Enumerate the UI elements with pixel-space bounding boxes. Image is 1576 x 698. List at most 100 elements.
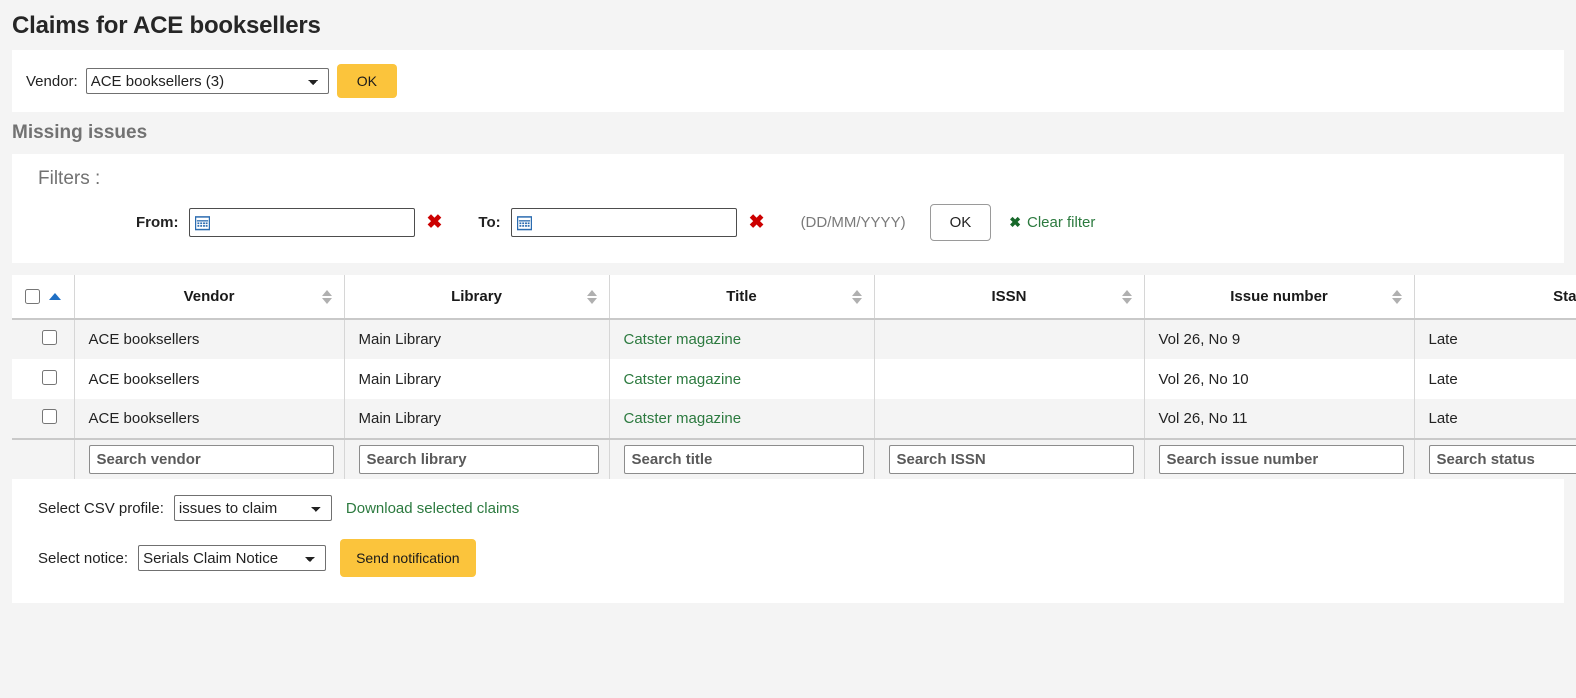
cell-vendor: ACE booksellers: [74, 399, 344, 439]
title-link[interactable]: Catster magazine: [624, 331, 742, 348]
column-header-issue-number[interactable]: Issue number: [1144, 275, 1414, 319]
column-search-row: [12, 439, 1576, 479]
search-cell-issue-number: [1144, 439, 1414, 479]
search-issn-input[interactable]: [889, 445, 1134, 474]
column-header-label: Vendor: [184, 288, 235, 305]
column-header-label: Status: [1553, 288, 1576, 305]
cell-issn: [874, 319, 1144, 359]
search-library-input[interactable]: [359, 445, 599, 474]
column-header-label: Title: [726, 288, 757, 305]
clear-from-date-icon[interactable]: ✖: [427, 213, 443, 232]
filters-panel: Filters : From: ✖ To:: [12, 154, 1564, 263]
cell-status: Late: [1414, 359, 1576, 399]
page-title: Claims for ACE booksellers: [0, 0, 1576, 50]
row-checkbox[interactable]: [42, 370, 57, 385]
vendor-ok-button[interactable]: OK: [337, 64, 397, 98]
row-checkbox[interactable]: [42, 409, 57, 424]
cell-issn: [874, 359, 1144, 399]
from-date-input[interactable]: [189, 208, 415, 237]
search-title-input[interactable]: [624, 445, 864, 474]
search-cell-title: [609, 439, 874, 479]
cell-status: Late: [1414, 399, 1576, 439]
cell-vendor: ACE booksellers: [74, 359, 344, 399]
cell-library: Main Library: [344, 399, 609, 439]
table-row: ACE booksellers Main Library Catster mag…: [12, 359, 1576, 399]
vendor-select[interactable]: ACE booksellers (3): [86, 68, 329, 94]
column-header-label: Library: [451, 288, 502, 305]
search-issue-number-input[interactable]: [1159, 445, 1404, 474]
notice-label: Select notice:: [38, 550, 128, 567]
to-label: To:: [478, 214, 500, 231]
sort-ascending-icon[interactable]: [49, 293, 61, 300]
clear-filter-label: Clear filter: [1027, 214, 1095, 231]
notice-select[interactable]: Serials Claim Notice: [138, 545, 326, 571]
cell-issue-number: Vol 26, No 9: [1144, 319, 1414, 359]
column-header-issn[interactable]: ISSN: [874, 275, 1144, 319]
sort-toggle-icon[interactable]: [587, 290, 597, 304]
search-row-spacer: [12, 439, 74, 479]
search-status-input[interactable]: [1429, 445, 1576, 474]
column-header-label: ISSN: [991, 288, 1026, 305]
table-body: ACE booksellers Main Library Catster mag…: [12, 319, 1576, 479]
cell-library: Main Library: [344, 319, 609, 359]
sort-toggle-icon[interactable]: [322, 290, 332, 304]
select-all-checkbox[interactable]: [25, 289, 40, 304]
table-head: Vendor Library Title: [12, 275, 1576, 319]
column-header-vendor[interactable]: Vendor: [74, 275, 344, 319]
table-row: ACE booksellers Main Library Catster mag…: [12, 399, 1576, 439]
claims-table: Vendor Library Title: [12, 275, 1576, 479]
search-cell-issn: [874, 439, 1144, 479]
filters-title: Filters :: [12, 168, 1564, 204]
csv-profile-row: Select CSV profile: issues to claim Down…: [38, 495, 1564, 521]
cell-library: Main Library: [344, 359, 609, 399]
cell-status: Late: [1414, 319, 1576, 359]
csv-profile-select[interactable]: issues to claim: [174, 495, 332, 521]
column-header-label: Issue number: [1230, 288, 1328, 305]
cell-issue-number: Vol 26, No 10: [1144, 359, 1414, 399]
clear-to-date-icon[interactable]: ✖: [749, 213, 765, 232]
table-row: ACE booksellers Main Library Catster mag…: [12, 319, 1576, 359]
bottom-controls: Select CSV profile: issues to claim Down…: [12, 479, 1564, 599]
date-format-hint: (DD/MM/YYYY): [801, 214, 906, 231]
search-cell-library: [344, 439, 609, 479]
sort-toggle-icon[interactable]: [852, 290, 862, 304]
vendor-label: Vendor:: [26, 73, 78, 90]
column-header-library[interactable]: Library: [344, 275, 609, 319]
table-header-row: Vendor Library Title: [12, 275, 1576, 319]
download-selected-claims-link[interactable]: Download selected claims: [346, 500, 519, 517]
cell-vendor: ACE booksellers: [74, 319, 344, 359]
filter-row: From: ✖ To:: [12, 204, 1564, 241]
vendor-panel: Vendor: ACE booksellers (3) OK: [12, 50, 1564, 112]
send-notification-button[interactable]: Send notification: [340, 539, 476, 577]
to-date-input[interactable]: [511, 208, 737, 237]
select-all-header: [12, 275, 74, 319]
claims-table-panel: Vendor Library Title: [12, 275, 1564, 603]
filter-ok-button[interactable]: OK: [930, 204, 992, 241]
sort-toggle-icon[interactable]: [1122, 290, 1132, 304]
row-select-cell: [12, 319, 74, 359]
search-vendor-input[interactable]: [89, 445, 334, 474]
title-link[interactable]: Catster magazine: [624, 371, 742, 388]
cell-issue-number: Vol 26, No 11: [1144, 399, 1414, 439]
column-header-title[interactable]: Title: [609, 275, 874, 319]
title-link[interactable]: Catster magazine: [624, 410, 742, 427]
row-select-cell: [12, 359, 74, 399]
cell-issn: [874, 399, 1144, 439]
from-label: From:: [136, 214, 179, 231]
clear-filter-link[interactable]: ✖ Clear filter: [1009, 214, 1095, 231]
clear-filter-icon: ✖: [1009, 214, 1021, 231]
search-cell-vendor: [74, 439, 344, 479]
row-select-cell: [12, 399, 74, 439]
cell-title: Catster magazine: [609, 319, 874, 359]
claims-page: Claims for ACE booksellers Vendor: ACE b…: [0, 0, 1576, 698]
sort-toggle-icon[interactable]: [1392, 290, 1402, 304]
csv-profile-label: Select CSV profile:: [38, 500, 164, 517]
notice-row: Select notice: Serials Claim Notice Send…: [38, 539, 1564, 577]
cell-title: Catster magazine: [609, 359, 874, 399]
search-cell-status: [1414, 439, 1576, 479]
column-header-status[interactable]: Status: [1414, 275, 1576, 319]
to-date-wrap: [511, 208, 737, 237]
row-checkbox[interactable]: [42, 330, 57, 345]
from-date-wrap: [189, 208, 415, 237]
missing-issues-heading: Missing issues: [0, 112, 1576, 154]
